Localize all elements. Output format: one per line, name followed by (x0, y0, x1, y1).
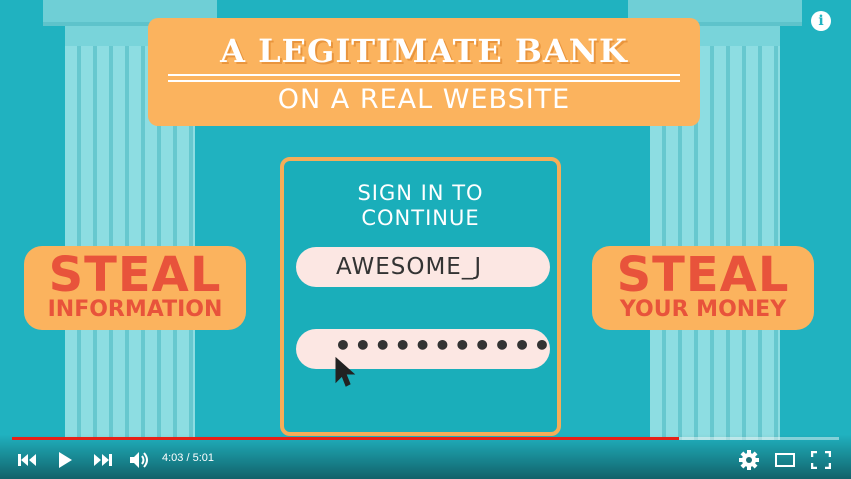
badge-headline: STEAL (48, 247, 222, 303)
badge-subline: INFORMATION (47, 297, 223, 322)
current-time: 4:03 (162, 452, 184, 464)
settings-button[interactable] (738, 450, 760, 470)
volume-button[interactable] (128, 450, 152, 470)
time-display: 4:03 / 5:01 (162, 452, 214, 464)
info-icon[interactable]: i (811, 11, 831, 31)
banner-rule (168, 74, 680, 76)
time-separator: / (183, 452, 193, 464)
volume-icon (130, 452, 148, 468)
duration: 5:01 (192, 452, 215, 464)
mouse-pointer-icon (335, 356, 356, 387)
badge-headline: STEAL (616, 247, 790, 303)
video-frame[interactable]: A LEGITIMATE BANK ON A REAL WEBSITE STEA… (0, 0, 851, 479)
login-heading-line2: CONTINUE (361, 206, 480, 230)
login-card: SIGN IN TO CONTINUE AWESOME_J ••••••••••… (280, 157, 561, 436)
steal-money-badge: STEAL YOUR MONEY (592, 246, 814, 330)
banner-title: A LEGITIMATE BANK (220, 32, 628, 70)
next-button[interactable] (92, 450, 114, 470)
banner-rule (168, 80, 680, 82)
previous-icon (18, 454, 36, 466)
previous-button[interactable] (16, 450, 38, 470)
play-icon (59, 452, 72, 468)
title-banner: A LEGITIMATE BANK ON A REAL WEBSITE (148, 18, 700, 126)
fullscreen-button[interactable] (810, 450, 832, 470)
username-field: AWESOME_J (296, 247, 550, 287)
login-heading: SIGN IN TO CONTINUE (284, 181, 557, 231)
theater-mode-button[interactable] (774, 450, 796, 470)
banner-subtitle: ON A REAL WEBSITE (277, 84, 571, 115)
steal-information-badge: STEAL INFORMATION (24, 246, 246, 330)
fullscreen-icon (811, 451, 831, 469)
next-icon (94, 454, 112, 466)
login-heading-line1: SIGN IN TO (357, 181, 484, 205)
theater-mode-icon (775, 453, 795, 467)
gear-icon (739, 450, 759, 470)
badge-subline: YOUR MONEY (619, 297, 787, 322)
play-button[interactable] (55, 450, 75, 470)
progress-fill (12, 437, 680, 440)
progress-bar[interactable] (12, 437, 839, 440)
